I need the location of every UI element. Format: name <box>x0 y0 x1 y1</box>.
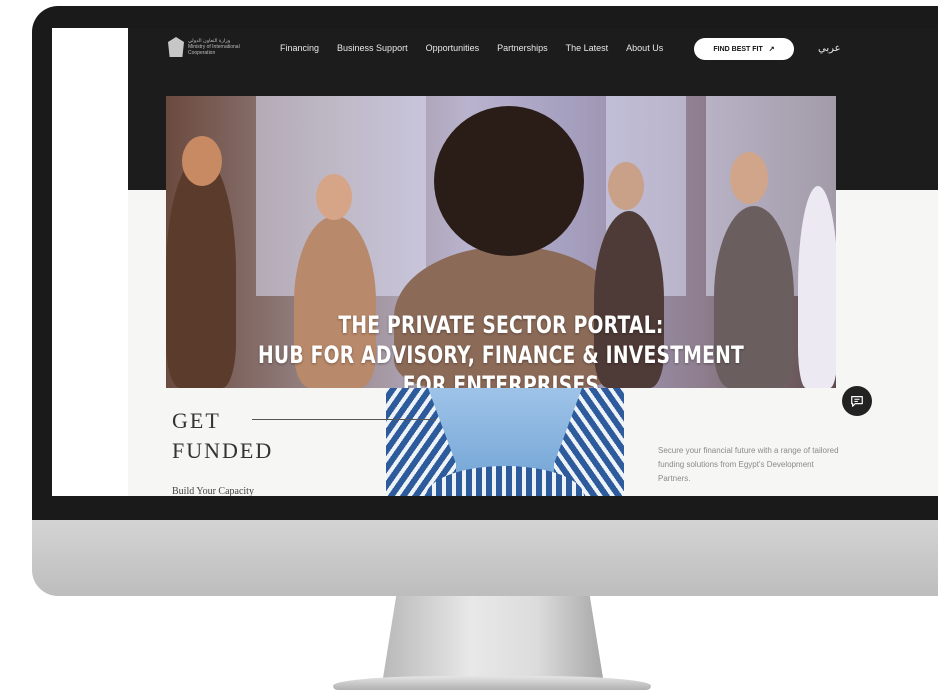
nav-item-opportunities[interactable]: Opportunities <box>426 43 480 53</box>
heading-divider <box>252 419 436 420</box>
logo-text: وزارة التعاون الدولي Ministry of Interna… <box>188 38 240 56</box>
eagle-emblem-icon <box>168 37 184 57</box>
ministry-logo[interactable]: وزارة التعاون الدولي Ministry of Interna… <box>168 37 240 57</box>
hero-image: THE PRIVATE SECTOR PORTAL: HUB FOR ADVIS… <box>166 96 836 388</box>
nav-item-financing[interactable]: Financing <box>280 43 319 53</box>
hero-person-head <box>182 136 222 186</box>
section-description: Secure your financial future with a rang… <box>658 446 839 483</box>
monitor-chin <box>32 520 938 596</box>
hero-person-head <box>730 152 768 204</box>
nav-menu: Financing Business Support Opportunities… <box>280 43 663 53</box>
hero-title-line-1: THE PRIVATE SECTOR PORTAL: <box>338 311 664 339</box>
monitor-stand <box>383 596 603 678</box>
hero-person-head <box>316 174 352 220</box>
nav-item-business-support[interactable]: Business Support <box>337 43 408 53</box>
section-subheading[interactable]: Build Your Capacity <box>172 486 254 496</box>
find-best-fit-label: FIND BEST FIT <box>713 45 763 53</box>
section-heading-line-1: GET <box>172 408 221 433</box>
nav-item-partnerships[interactable]: Partnerships <box>497 43 548 53</box>
top-navigation: وزارة التعاون الدولي Ministry of Interna… <box>128 28 888 70</box>
building-image <box>386 388 624 496</box>
section-heading-line-2: FUNDED <box>172 438 274 463</box>
arrow-up-right-icon: ↗ <box>768 46 775 53</box>
hero-title-line-2: HUB FOR ADVISORY, FINANCE & INVESTMENT F… <box>257 341 745 388</box>
nav-item-the-latest[interactable]: The Latest <box>566 43 609 53</box>
monitor-screen: وزارة التعاون الدولي Ministry of Interna… <box>52 28 938 496</box>
website: وزارة التعاون الدولي Ministry of Interna… <box>128 28 938 496</box>
hero-speaker-hair <box>434 106 584 256</box>
chat-button[interactable] <box>842 386 872 416</box>
language-switch[interactable]: عربي <box>818 43 841 54</box>
nav-item-about-us[interactable]: About Us <box>626 43 663 53</box>
hero-person-head <box>608 162 644 210</box>
find-best-fit-button[interactable]: FIND BEST FIT ↗ <box>694 38 794 60</box>
hero-person <box>798 186 836 388</box>
hero-person <box>166 156 236 388</box>
logo-line-2: Cooperation <box>188 50 216 56</box>
hero-title: THE PRIVATE SECTOR PORTAL: HUB FOR ADVIS… <box>240 310 763 388</box>
monitor-base <box>333 676 651 690</box>
chat-bubble-icon <box>851 396 863 407</box>
